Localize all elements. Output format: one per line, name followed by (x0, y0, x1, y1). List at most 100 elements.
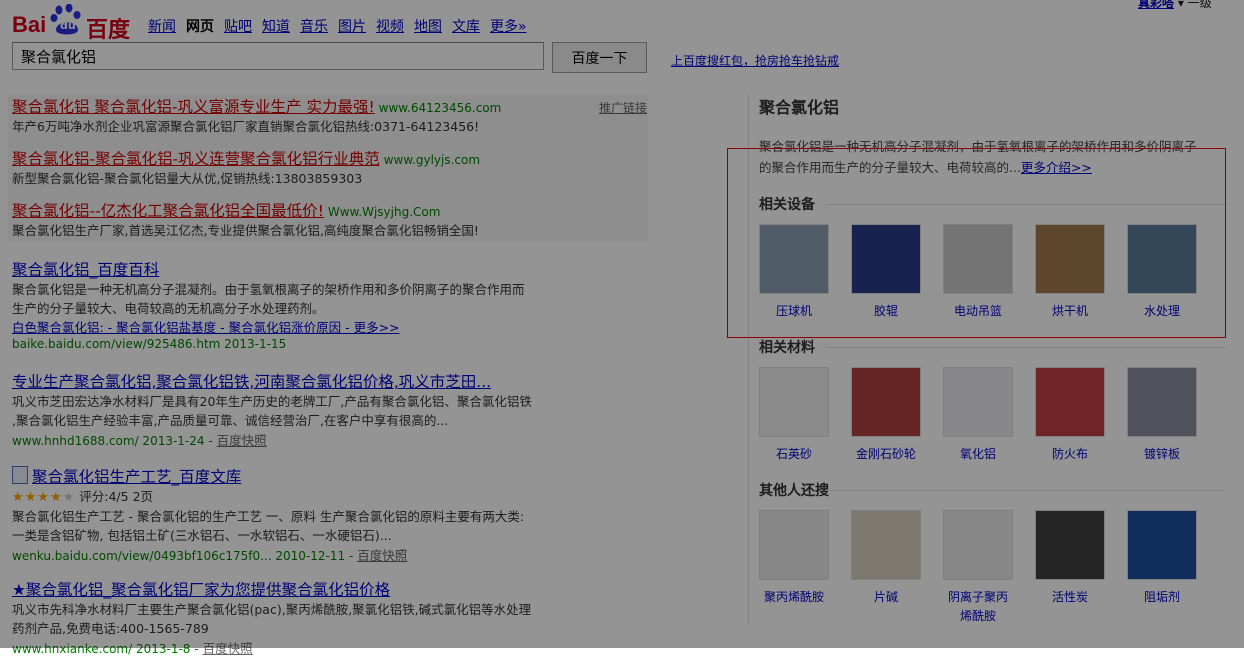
entity-tile[interactable]: 聚丙烯酰胺 (759, 510, 829, 607)
tile-thumbnail[interactable] (1127, 367, 1197, 437)
ad-result: 聚合氯化铝-聚合氯化铝-巩义连营聚合氯化铝行业典范 www.gylyjs.com… (12, 149, 572, 188)
ad-title-link[interactable]: 聚合氯化铝-聚合氯化铝-巩义连营聚合氯化铝行业典范 (12, 150, 380, 168)
tile-label[interactable]: 镀锌板 (1127, 445, 1197, 464)
search-result: 聚合氯化铝_百度百科 聚合氯化铝是一种无机高分子混凝剂。由于氢氧根离子的架桥作用… (12, 260, 572, 351)
tile-label[interactable]: 阻垢剂 (1127, 588, 1197, 607)
tile-label[interactable]: 氧化铝 (943, 445, 1013, 464)
ad-title-link[interactable]: 聚合氯化铝--亿杰化工聚合氯化铝全国最低价! (12, 202, 324, 220)
result-desc: ,聚合氯化铝生产经验丰富,产品质量可靠、诚信经营治厂,在客户中享有很高的... (12, 413, 449, 428)
entity-tile[interactable]: 阻垢剂 (1127, 510, 1197, 607)
ad-url: www.gylyjs.com (383, 153, 481, 167)
tile-thumbnail[interactable] (851, 510, 921, 580)
tile-thumbnail[interactable] (943, 510, 1013, 580)
ad-title-link[interactable]: 聚合氯化铝 聚合氯化铝-巩义富源专业生产 实力最强! (12, 98, 375, 116)
entity-tile[interactable]: 金刚石砂轮 (851, 367, 921, 464)
entity-tile[interactable]: 片碱 (851, 510, 921, 607)
nav-item[interactable]: 地图 (414, 19, 442, 35)
highlight-box (727, 148, 1226, 338)
result-desc: 巩义市芝田宏达净水材料厂是具有20年生产历史的老牌工厂,产品有聚合氯化铝、聚合氯… (12, 394, 532, 409)
ad-label-link[interactable]: 推广链接 (599, 99, 647, 116)
result-url: wenku.baidu.com/view/0493bf106c175f0... … (12, 549, 354, 563)
cache-link[interactable]: 百度快照 (357, 548, 407, 563)
section-divider (825, 490, 1225, 491)
ad-result: 聚合氯化铝--亿杰化工聚合氯化铝全国最低价! Www.Wjsyjhg.Com 聚… (12, 201, 572, 240)
entity-title: 聚合氯化铝 (759, 98, 840, 117)
result-desc: 聚合氯化铝生产工艺 - 聚合氯化铝的生产工艺 一、原料 生产聚合氯化铝的原料主要… (12, 509, 525, 524)
nav-item[interactable]: 更多» (490, 19, 527, 35)
entity-tile[interactable]: 镀锌板 (1127, 367, 1197, 464)
logo-text-left: Bai (12, 12, 47, 37)
search-result: ★聚合氯化铝_聚合氯化铝厂家为您提供聚合氯化铝价格 巩义市先科净水材料厂主要生产… (12, 580, 572, 657)
result-rating: ★★★★★ 评分:4/5 2页 (12, 487, 572, 507)
result-desc: 聚合氯化铝是一种无机高分子混凝剂。由于氢氧根离子的架桥作用和多价阴离子的聚合作用… (12, 282, 525, 297)
result-sublinks[interactable]: 白色聚合氯化铝: - 聚合氯化铝盐基度 - 聚合氯化铝涨价原因 - 更多>> (12, 318, 572, 337)
result-title-link[interactable]: 专业生产聚合氯化铝,聚合氯化铝铁,河南聚合氯化铝价格,巩义市芝田... (12, 372, 572, 392)
nav-item[interactable]: 贴吧 (224, 19, 252, 35)
search-result: 聚合氯化铝生产工艺_百度文库 ★★★★★ 评分:4/5 2页 聚合氯化铝生产工艺… (12, 466, 572, 564)
nav-item[interactable]: 图片 (338, 19, 366, 35)
document-icon (12, 466, 28, 484)
section-title: 相关材料 (759, 340, 815, 356)
logo-text-right: 百度 (86, 17, 131, 42)
entity-tile[interactable]: 防火布 (1035, 367, 1105, 464)
entity-tile[interactable]: 活性炭 (1035, 510, 1105, 607)
nav-item[interactable]: 视频 (376, 19, 404, 35)
tile-thumbnail[interactable] (1035, 510, 1105, 580)
result-desc: 生产的分子量较大、电荷较高的无机高分子水处理药剂。 (12, 301, 325, 316)
rating-text: 评分:4/5 2页 (79, 489, 154, 504)
result-title-link[interactable]: ★聚合氯化铝_聚合氯化铝厂家为您提供聚合氯化铝价格 (12, 580, 572, 600)
result-url: baike.baidu.com/view/925486.htm 2013-1-1… (12, 337, 287, 351)
tile-thumbnail[interactable] (851, 367, 921, 437)
username-link[interactable]: 真彩嗒 (1138, 0, 1174, 10)
baidu-logo[interactable]: Bai du 百度 (12, 3, 132, 42)
tile-label[interactable]: 金刚石砂轮 (851, 445, 921, 464)
logo-paw-text: du (60, 19, 76, 32)
ad-url: Www.Wjsyjhg.Com (327, 205, 441, 219)
result-title-text: 聚合氯化铝生产工艺_百度文库 (32, 468, 242, 486)
result-url: www.hnxianke.com/ 2013-1-8 - (12, 642, 199, 656)
nav-item[interactable]: 知道 (262, 19, 290, 35)
tile-label[interactable]: 阴离子聚丙烯酰胺 (943, 588, 1013, 626)
tile-label[interactable]: 片碱 (851, 588, 921, 607)
search-input[interactable] (12, 42, 544, 70)
nav-item[interactable]: 网页 (186, 19, 214, 35)
entity-tile[interactable]: 氧化铝 (943, 367, 1013, 464)
ad-url: www.64123456.com (378, 101, 502, 115)
promo-link[interactable]: 上百度搜红包，抢房抢车抢钻戒 (671, 52, 839, 69)
top-nav: 新闻 网页 贴吧 知道 音乐 图片 视频 地图 文库 更多» (148, 16, 537, 36)
cache-link[interactable]: 百度快照 (203, 641, 253, 656)
section-divider (825, 347, 1225, 348)
result-title-link[interactable]: 聚合氯化铝生产工艺_百度文库 (12, 466, 572, 487)
search-button[interactable]: 百度一下 (552, 42, 647, 73)
ad-desc: 新型聚合氯化铝-聚合氯化铝量大从优,促销热线:13803859303 (12, 171, 363, 186)
tile-label[interactable]: 石英砂 (759, 445, 829, 464)
section-title: 其他人还搜 (759, 483, 829, 499)
result-desc: 巩义市先科净水材料厂主要生产聚合氯化铝(pac),聚丙烯酰胺,聚氯化铝铁,碱式氯… (12, 602, 532, 617)
nav-item[interactable]: 新闻 (148, 19, 176, 35)
ad-result: 聚合氯化铝 聚合氯化铝-巩义富源专业生产 实力最强! www.64123456.… (12, 97, 572, 136)
nav-item[interactable]: 音乐 (300, 19, 328, 35)
user-bar: 真彩嗒 ▾ 一级 (1138, 0, 1212, 11)
star-rating-icon: ★★★★★ (12, 490, 76, 505)
tile-label[interactable]: 活性炭 (1035, 588, 1105, 607)
entity-tile[interactable]: 阴离子聚丙烯酰胺 (943, 510, 1013, 626)
entity-tile[interactable]: 石英砂 (759, 367, 829, 464)
paw-icon: du (50, 3, 84, 36)
user-level: 一级 (1187, 0, 1212, 10)
nav-item[interactable]: 文库 (452, 19, 480, 35)
tile-thumbnail[interactable] (1035, 367, 1105, 437)
tile-thumbnail[interactable] (759, 510, 829, 580)
result-desc: 一类是含铝矿物, 包括铝土矿(三水铝石、一水软铝石、一水硬铝石)... (12, 528, 392, 543)
search-result: 专业生产聚合氯化铝,聚合氯化铝铁,河南聚合氯化铝价格,巩义市芝田... 巩义市芝… (12, 372, 572, 449)
result-title-link[interactable]: 聚合氯化铝_百度百科 (12, 260, 572, 280)
tile-thumbnail[interactable] (759, 367, 829, 437)
tile-label[interactable]: 防火布 (1035, 445, 1105, 464)
tile-label[interactable]: 聚丙烯酰胺 (759, 588, 829, 607)
cache-link[interactable]: 百度快照 (217, 433, 267, 448)
ad-desc: 聚合氯化铝生产厂家,首选吴江亿杰,专业提供聚合氯化铝,高纯度聚合氯化铝畅销全国! (12, 223, 479, 238)
chevron-down-icon[interactable]: ▾ (1178, 0, 1184, 10)
ad-desc: 年产6万吨净水剂企业巩富源聚合氯化铝厂家直销聚合氯化铝热线:0371-64123… (12, 119, 480, 134)
tile-thumbnail[interactable] (943, 367, 1013, 437)
tile-thumbnail[interactable] (1127, 510, 1197, 580)
result-desc: 药剂产品,免费电话:400-1565-789 (12, 621, 209, 636)
